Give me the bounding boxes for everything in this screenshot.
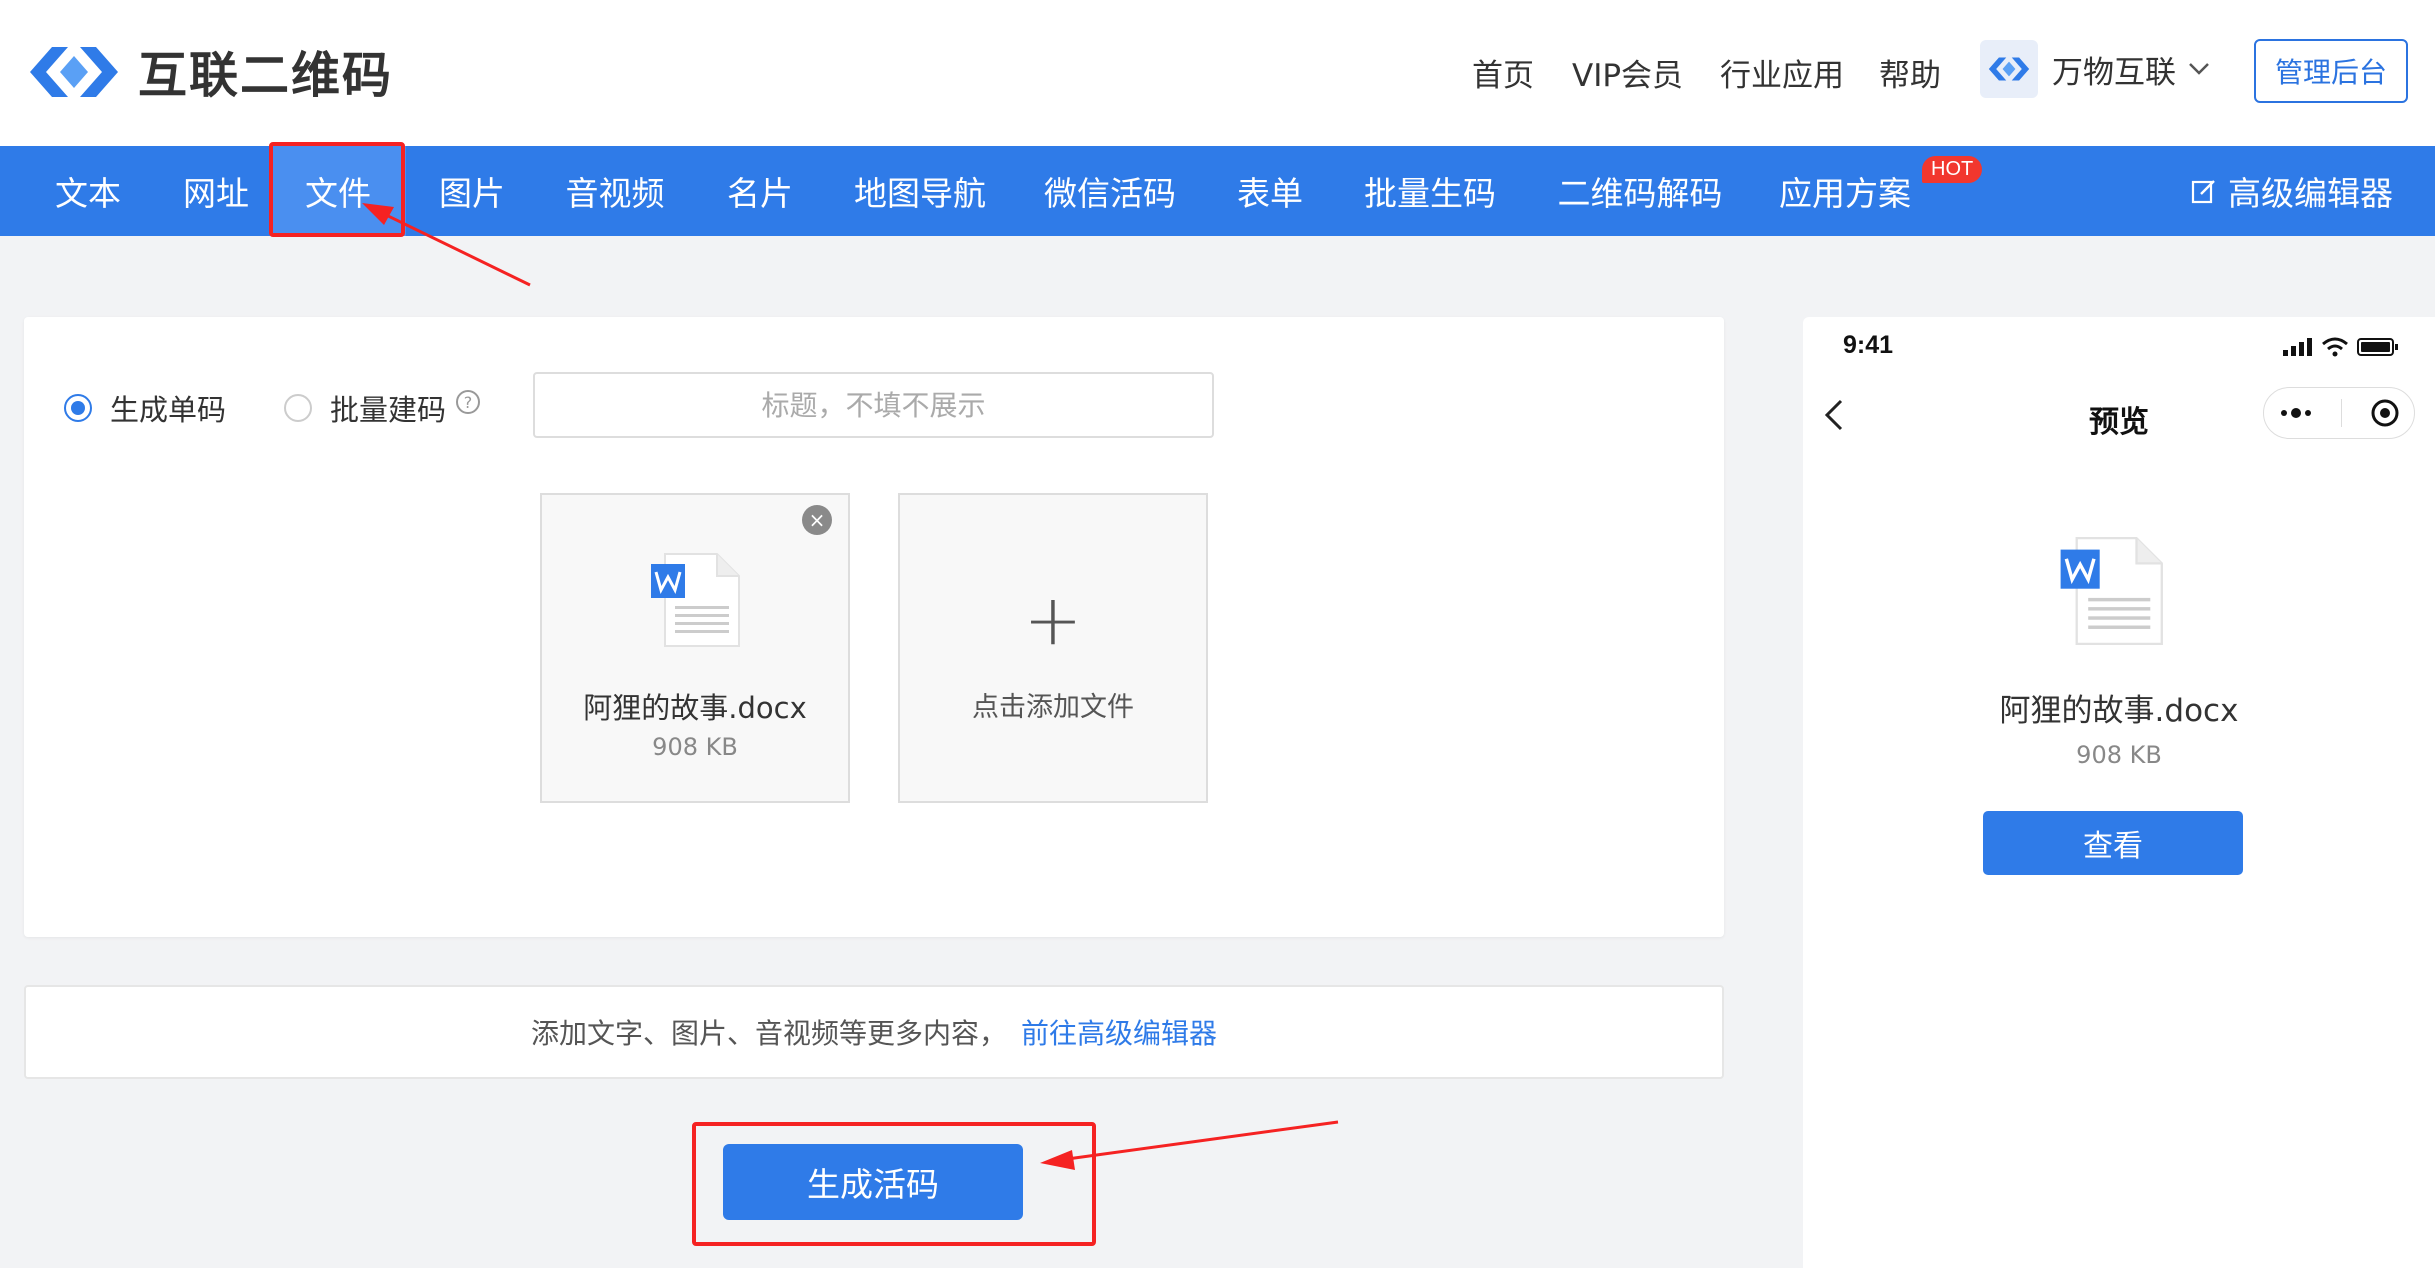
status-time: 9:41 — [1843, 331, 1894, 359]
advanced-editor-label: 高级编辑器 — [2228, 174, 2393, 213]
close-miniapp-icon[interactable] — [2369, 397, 2401, 429]
title-input[interactable] — [533, 372, 1214, 438]
file-editor-card: 生成单码 批量建码 ? × 阿狸的故事.docx 908 KB + 点击添加文件 — [24, 317, 1724, 937]
add-file-button[interactable]: + 点击添加文件 — [898, 493, 1208, 803]
logo[interactable]: 互联二维码 — [26, 36, 393, 107]
arrow-to-generate — [1040, 1120, 1339, 1170]
file-name: 阿狸的故事.docx — [583, 691, 807, 725]
tab-batch[interactable]: 批量生码 — [1350, 146, 1510, 236]
mode-selector: 生成单码 批量建码 ? — [64, 387, 481, 429]
tip-advanced-editor-link[interactable]: 前往高级编辑器 — [1021, 1012, 1217, 1052]
close-icon[interactable]: × — [802, 505, 832, 535]
help-icon[interactable]: ? — [456, 390, 481, 414]
hot-badge: HOT — [1922, 156, 1983, 183]
preview-file-name: 阿狸的故事.docx — [1999, 693, 2239, 729]
miniapp-capsule — [2263, 387, 2415, 439]
signal-icon — [2283, 338, 2312, 356]
tab-decode[interactable]: 二维码解码 — [1540, 146, 1740, 236]
org-name: 万物互联 — [2052, 54, 2176, 91]
tab-wechat-code[interactable]: 微信活码 — [1030, 146, 1190, 236]
tab-text[interactable]: 文本 — [28, 146, 148, 236]
tab-url[interactable]: 网址 — [154, 146, 278, 236]
nav-help[interactable]: 帮助 — [1879, 50, 1941, 95]
tab-map-nav[interactable]: 地图导航 — [840, 146, 1000, 236]
status-icons — [2283, 337, 2399, 357]
radio-single[interactable] — [64, 394, 92, 422]
edit-icon — [2191, 180, 2215, 204]
nav-home[interactable]: 首页 — [1472, 50, 1534, 95]
org-logo-icon — [1980, 40, 2038, 98]
logo-icon — [30, 46, 118, 97]
tip-text: 添加文字、图片、音视频等更多内容， — [530, 1017, 1007, 1050]
wifi-icon — [2322, 337, 2348, 357]
nav-vip[interactable]: VIP会员 — [1572, 50, 1683, 95]
capsule-divider — [2340, 399, 2342, 427]
tab-file[interactable]: 文件 — [270, 146, 406, 236]
tab-image[interactable]: 图片 — [410, 146, 534, 236]
preview-file-size: 908 KB — [2076, 741, 2162, 769]
battery-icon — [2357, 338, 2398, 356]
plus-icon: + — [1023, 579, 1083, 661]
tab-form[interactable]: 表单 — [1210, 146, 1330, 236]
tab-business-card[interactable]: 名片 — [700, 146, 820, 236]
logo-text: 互联二维码 — [138, 47, 394, 104]
tab-audio-video[interactable]: 音视频 — [540, 146, 690, 236]
generate-code-button[interactable]: 生成活码 — [723, 1144, 1023, 1220]
word-document-icon — [651, 553, 740, 647]
org-switcher[interactable]: 万物互联 — [1980, 40, 2210, 98]
top-header: 互联二维码 首页 VIP会员 行业应用 帮助 万物互联 管理后台 — [0, 0, 2435, 146]
radio-batch[interactable] — [284, 394, 313, 422]
word-document-icon — [2060, 536, 2163, 646]
uploaded-file-card[interactable]: × 阿狸的故事.docx 908 KB — [540, 493, 850, 803]
advanced-editor-link[interactable]: 高级编辑器 — [2190, 146, 2393, 236]
tab-solutions[interactable]: 应用方案 — [1770, 146, 1920, 236]
mode-batch-label[interactable]: 批量建码 — [330, 387, 446, 429]
view-button[interactable]: 查看 — [1983, 811, 2243, 875]
chevron-down-icon — [2189, 63, 2209, 75]
mode-single-label[interactable]: 生成单码 — [110, 387, 226, 429]
add-file-label: 点击添加文件 — [972, 692, 1134, 723]
file-size: 908 KB — [652, 733, 738, 761]
nav-industry[interactable]: 行业应用 — [1720, 50, 1844, 95]
more-icon[interactable] — [2278, 407, 2314, 419]
admin-button[interactable]: 管理后台 — [2254, 39, 2408, 103]
category-tabs: 文本 网址 文件 图片 音视频 名片 地图导航 微信活码 表单 批量生码 二维码… — [0, 146, 2435, 236]
phone-preview: 9:41 预览 阿狸的故事.docx 908 KB 查看 — [1803, 317, 2435, 1268]
advanced-editor-tip: 添加文字、图片、音视频等更多内容， 前往高级编辑器 — [24, 985, 1724, 1079]
